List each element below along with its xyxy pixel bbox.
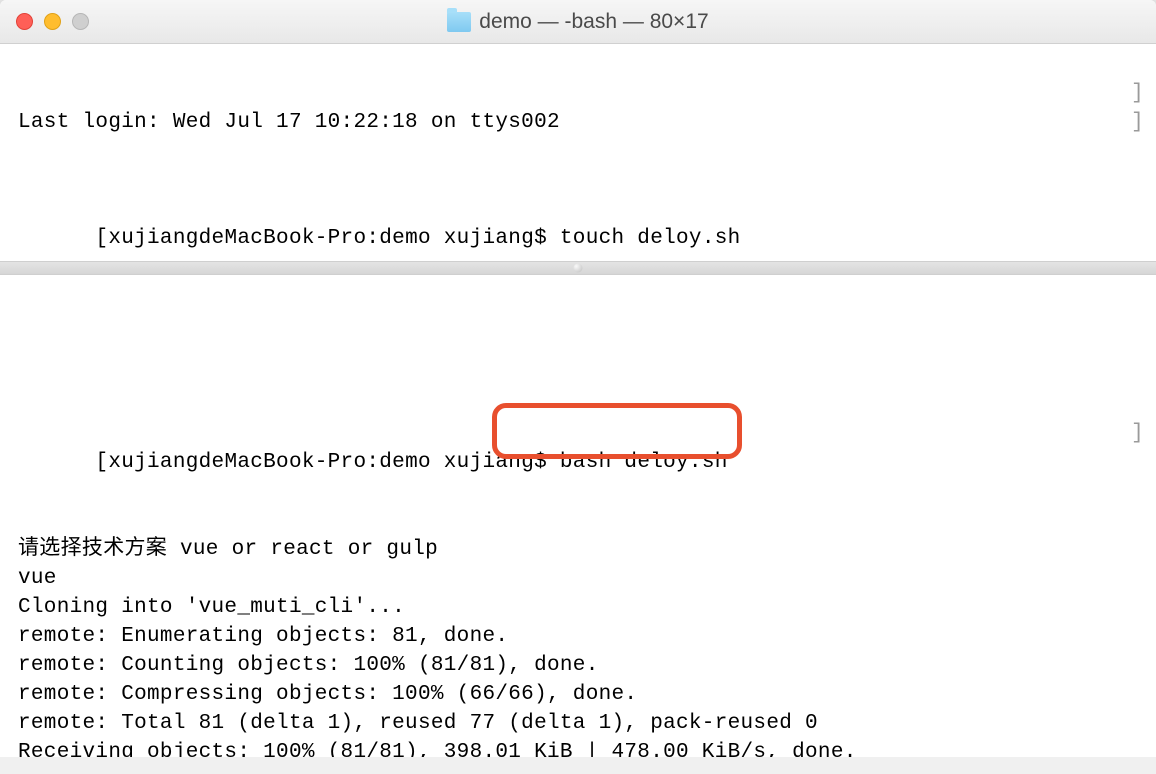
- terminal-line: Last login: Wed Jul 17 10:22:18 on ttys0…: [18, 108, 1146, 137]
- terminal-line: remote: Counting objects: 100% (81/81), …: [18, 651, 1146, 680]
- terminal-line: [xujiangdeMacBook-Pro:demo xujiang$ touc…: [18, 195, 1146, 261]
- window-footer: [0, 757, 1156, 774]
- terminal-window: demo — -bash — 80×17 Last login: Wed Jul…: [0, 0, 1156, 774]
- line-end-bracket: ]: [1131, 419, 1144, 448]
- line-end-bracket: ]: [1131, 79, 1144, 108]
- pane-split-handle[interactable]: [0, 261, 1156, 275]
- folder-icon: [447, 12, 471, 32]
- window-title: demo — -bash — 80×17: [479, 10, 708, 34]
- terminal-text: [xujiangdeMacBook-Pro:demo xujiang$ touc…: [95, 227, 740, 250]
- window-titlebar[interactable]: demo — -bash — 80×17: [0, 0, 1156, 44]
- window-controls: [16, 13, 89, 30]
- terminal-line: Cloning into 'vue_muti_cli'...: [18, 593, 1146, 622]
- shell-command: bash deloy.sh: [560, 451, 728, 474]
- line-end-bracket: ]: [1131, 108, 1144, 137]
- minimize-icon[interactable]: [44, 13, 61, 30]
- terminal-line: remote: Compressing objects: 100% (66/66…: [18, 680, 1146, 709]
- close-icon[interactable]: [16, 13, 33, 30]
- terminal-line: Receiving objects: 100% (81/81), 398.01 …: [18, 738, 1146, 757]
- window-title-group: demo — -bash — 80×17: [0, 10, 1156, 34]
- terminal-line: vue: [18, 564, 1146, 593]
- terminal-pane-top[interactable]: Last login: Wed Jul 17 10:22:18 on ttys0…: [0, 44, 1156, 261]
- pane-blank-area: [18, 281, 1146, 419]
- terminal-line: [xujiangdeMacBook-Pro:demo xujiang$ bash…: [18, 419, 1146, 535]
- terminal-line: remote: Enumerating objects: 81, done.: [18, 622, 1146, 651]
- maximize-icon[interactable]: [72, 13, 89, 30]
- terminal-line: 请选择技术方案 vue or react or gulp: [18, 535, 1146, 564]
- terminal-line: remote: Total 81 (delta 1), reused 77 (d…: [18, 709, 1146, 738]
- terminal-pane-bottom[interactable]: [xujiangdeMacBook-Pro:demo xujiang$ bash…: [0, 275, 1156, 757]
- shell-prompt: [xujiangdeMacBook-Pro:demo xujiang$: [95, 451, 559, 474]
